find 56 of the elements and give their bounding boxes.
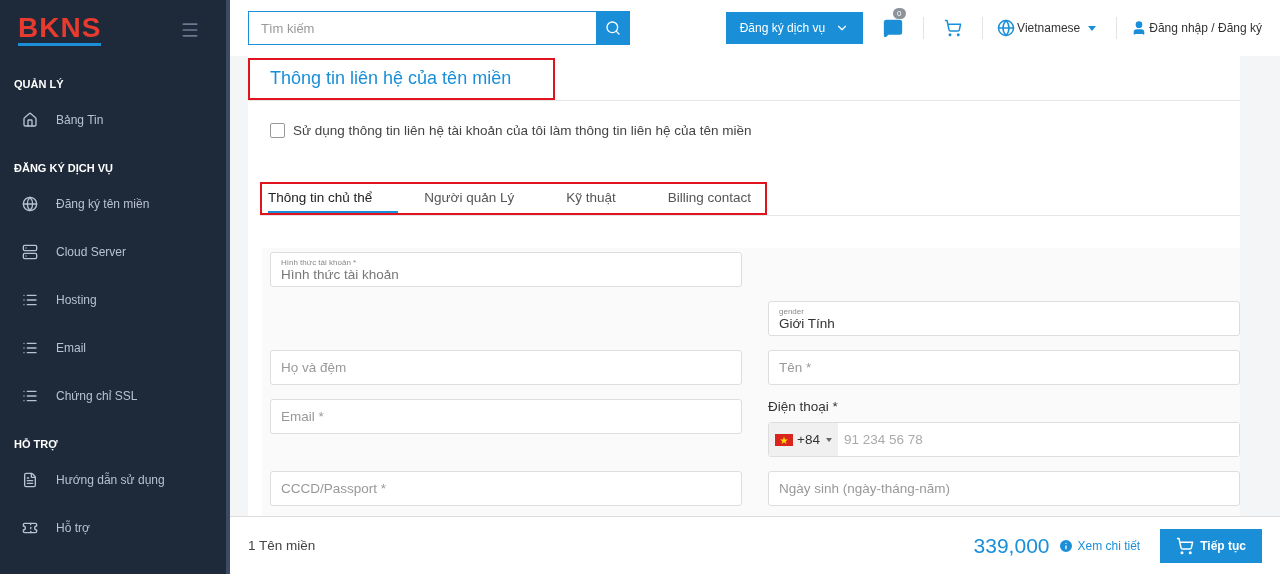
phone-field[interactable]: +84 91 234 56 78: [768, 422, 1240, 457]
document-icon: [22, 472, 38, 488]
menu-icon[interactable]: [180, 20, 200, 40]
flag-icon: [775, 433, 793, 446]
login-link[interactable]: Đăng nhập / Đăng ký: [1131, 20, 1262, 36]
caret-icon: [825, 437, 832, 442]
checkbox-label[interactable]: Sử dụng thông tin liên hệ tài khoản của tôi làm thông tin liên hệ của tên miền: [248, 101, 1240, 138]
server-icon: [22, 244, 38, 260]
input-field[interactable]: CCCD/Passport *: [270, 471, 742, 506]
tab[interactable]: Người quản Lý: [424, 184, 541, 213]
input-field[interactable]: Họ và đệm: [270, 350, 742, 385]
language-select[interactable]: Vietnamese: [997, 17, 1118, 39]
ticket-icon: [22, 520, 38, 536]
globe-icon: [997, 19, 1016, 37]
section-title: Thông tin liên hệ của tên miền: [248, 58, 556, 100]
sidebar-item[interactable]: Đăng ký tên miền: [0, 180, 226, 228]
list-icon: [22, 292, 38, 308]
home-icon: [22, 112, 38, 128]
list-icon: [22, 388, 38, 404]
field-label: Điện thoại *: [768, 399, 839, 414]
continue-button[interactable]: Tiếp tục: [1160, 528, 1262, 563]
country-code-select[interactable]: +84: [769, 423, 838, 456]
sidebar-heading: HỖ TRỢ: [13, 437, 59, 453]
select-field[interactable]: gender Giới Tính: [768, 301, 1240, 336]
details-link[interactable]: Xem chi tiết: [1057, 537, 1141, 554]
info-icon: [1057, 537, 1074, 554]
chat-icon[interactable]: [883, 18, 904, 38]
sidebar-item[interactable]: Cloud Server: [0, 228, 226, 276]
input-field[interactable]: Ngày sinh (ngày-tháng-năm): [768, 471, 1240, 506]
select-field[interactable]: Hình thức tài khoản * Hình thức tài khoản: [270, 252, 742, 287]
sidebar-item[interactable]: Hướng dẫn sử dụng: [0, 456, 226, 504]
sidebar-item[interactable]: Hosting: [0, 276, 226, 324]
sidebar-item[interactable]: Email: [0, 324, 226, 372]
cart-icon: [1176, 536, 1195, 555]
tab[interactable]: Thông tin chủ thể: [268, 184, 399, 213]
sidebar-item[interactable]: Hỗ trợ: [0, 504, 226, 552]
search-field[interactable]: Tìm kiếm: [248, 11, 596, 45]
cart-icon[interactable]: [944, 19, 963, 37]
sidebar-heading: ĐĂNG KÝ DỊCH VỤ: [13, 161, 114, 177]
input-field[interactable]: Email *: [270, 399, 742, 434]
sidebar-heading: QUẢN LÝ: [13, 77, 65, 92]
total-price: 339,000: [973, 533, 1050, 558]
list-icon: [22, 340, 38, 356]
checkbox[interactable]: [270, 123, 285, 138]
globe-icon: [22, 196, 38, 212]
sidebar-item[interactable]: Chứng chỉ SSL: [0, 372, 226, 420]
search-icon: [604, 20, 621, 36]
sidebar-item[interactable]: Bảng Tin: [0, 96, 226, 144]
tab[interactable]: Billing contact: [667, 184, 752, 213]
tab[interactable]: Kỹ thuật: [566, 184, 642, 213]
search-button[interactable]: [595, 11, 630, 45]
count-badge: 0: [893, 8, 906, 19]
domain-count: 1 Tên miền: [248, 538, 317, 553]
input-field[interactable]: Tên *: [768, 350, 1240, 385]
register-service-button[interactable]: Đăng ký dịch vụ: [725, 12, 864, 44]
logo[interactable]: BKNS: [18, 14, 102, 46]
